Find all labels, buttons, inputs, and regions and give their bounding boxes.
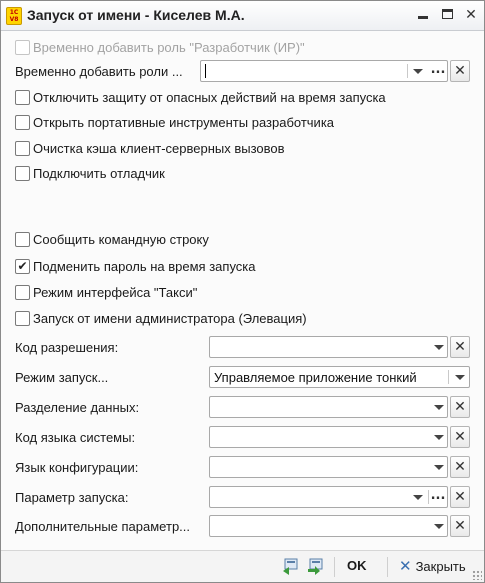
permission-code-clear[interactable]: ✕ — [450, 336, 470, 358]
clear-icon: ✕ — [454, 518, 466, 534]
config-language-dropdown[interactable] — [429, 457, 449, 477]
system-language-clear[interactable]: ✕ — [450, 426, 470, 448]
permission-code-input[interactable] — [209, 336, 448, 358]
chevron-down-icon — [434, 464, 444, 470]
system-language-input[interactable] — [209, 426, 448, 448]
checkbox[interactable] — [15, 231, 30, 247]
launch-mode-select[interactable]: Управляемое приложение тонкий — [209, 366, 470, 388]
launch-parameter-input[interactable]: ... — [209, 486, 448, 508]
data-separation-label: Разделение данных: — [15, 400, 140, 415]
close-window-button[interactable]: ✕ — [461, 6, 481, 24]
system-language-dropdown[interactable] — [429, 427, 449, 447]
resize-grip[interactable] — [472, 570, 482, 580]
roles-dropdown-button[interactable] — [408, 61, 428, 81]
config-language-clear[interactable]: ✕ — [450, 456, 470, 478]
config-language-label: Язык конфигурации: — [15, 460, 139, 475]
extra-parameters-dropdown[interactable] — [429, 516, 449, 536]
roles-input[interactable]: ... — [200, 60, 448, 82]
roles-clear-button[interactable]: ✕ — [450, 60, 470, 82]
chevron-down-icon — [434, 404, 444, 410]
roles-select-button[interactable]: ... — [428, 61, 448, 81]
clear-icon: ✕ — [454, 489, 466, 505]
clear-icon: ✕ — [454, 339, 466, 355]
config-language-input[interactable] — [209, 456, 448, 478]
load-settings-icon[interactable] — [306, 558, 326, 576]
window-title: Запуск от имени - Киселев М.А. — [27, 7, 245, 23]
option-add-developer-role[interactable]: Временно добавить роль "Разработчик (ИР)… — [15, 37, 305, 57]
dialog-footer: OK ✕ Закрыть — [1, 550, 484, 582]
option-portable-dev-tools[interactable]: Открыть портативные инструменты разработ… — [15, 112, 334, 132]
maximize-button[interactable] — [437, 6, 457, 24]
data-separation-clear[interactable]: ✕ — [450, 396, 470, 418]
checkbox[interactable] — [15, 89, 30, 105]
chevron-down-icon — [455, 374, 465, 380]
dialog-window: 1С V8 Запуск от имени - Киселев М.А. ✕ Вр… — [0, 0, 485, 583]
checkbox[interactable] — [15, 140, 30, 156]
option-disable-danger-protection[interactable]: Отключить защиту от опасных действий на … — [15, 87, 386, 107]
minimize-icon — [418, 16, 428, 19]
permission-code-dropdown[interactable] — [429, 337, 449, 357]
extra-parameters-input[interactable] — [209, 515, 448, 537]
chevron-down-icon — [413, 494, 423, 500]
roles-field-label: Временно добавить роли ... — [15, 64, 183, 79]
launch-parameter-select-button[interactable]: ... — [428, 487, 448, 507]
chevron-down-icon — [413, 68, 423, 74]
extra-parameters-label: Дополнительные параметр... — [15, 519, 191, 534]
option-attach-debugger[interactable]: Подключить отладчик — [15, 163, 165, 183]
clear-icon: ✕ — [454, 63, 466, 79]
close-button[interactable]: ✕ Закрыть — [399, 557, 466, 575]
clear-icon: ✕ — [454, 459, 466, 475]
checkbox[interactable] — [15, 165, 30, 181]
chevron-down-icon — [434, 344, 444, 350]
save-settings-icon[interactable] — [281, 558, 301, 576]
option-replace-password[interactable]: ✔ Подменить пароль на время запуска — [15, 256, 256, 276]
option-taxi-interface[interactable]: Режим интерфейса "Такси" — [15, 282, 197, 302]
checkbox[interactable] — [15, 284, 30, 300]
launch-parameter-label: Параметр запуска: — [15, 490, 129, 505]
checkbox-checked[interactable]: ✔ — [15, 258, 30, 274]
data-separation-dropdown[interactable] — [429, 397, 449, 417]
checkbox[interactable] — [15, 310, 30, 326]
chevron-down-icon — [434, 523, 444, 529]
check-icon: ✔ — [17, 259, 28, 273]
minimize-button[interactable] — [413, 6, 433, 24]
permission-code-label: Код разрешения: — [15, 340, 119, 355]
close-icon: ✕ — [399, 557, 412, 575]
launch-mode-label: Режим запуск... — [15, 370, 109, 385]
launch-mode-dropdown[interactable] — [450, 367, 470, 387]
ok-button[interactable]: OK — [347, 558, 367, 573]
option-report-command-line[interactable]: Сообщить командную строку — [15, 229, 209, 249]
extra-parameters-clear[interactable]: ✕ — [450, 515, 470, 537]
option-run-as-admin[interactable]: Запуск от имени администратора (Элевация… — [15, 308, 307, 328]
close-icon: ✕ — [465, 7, 477, 23]
system-language-label: Код языка системы: — [15, 430, 136, 445]
clear-icon: ✕ — [454, 399, 466, 415]
launch-parameter-dropdown[interactable] — [408, 487, 428, 507]
maximize-icon — [441, 9, 453, 19]
option-clear-cache[interactable]: Очистка кэша клиент-серверных вызовов — [15, 138, 285, 158]
app-logo-icon: 1С V8 — [6, 7, 22, 25]
checkbox[interactable] — [15, 114, 30, 130]
launch-parameter-clear[interactable]: ✕ — [450, 486, 470, 508]
checkbox[interactable] — [15, 39, 30, 55]
data-separation-input[interactable] — [209, 396, 448, 418]
clear-icon: ✕ — [454, 429, 466, 445]
chevron-down-icon — [434, 434, 444, 440]
title-bar: 1С V8 Запуск от имени - Киселев М.А. ✕ — [1, 1, 484, 31]
